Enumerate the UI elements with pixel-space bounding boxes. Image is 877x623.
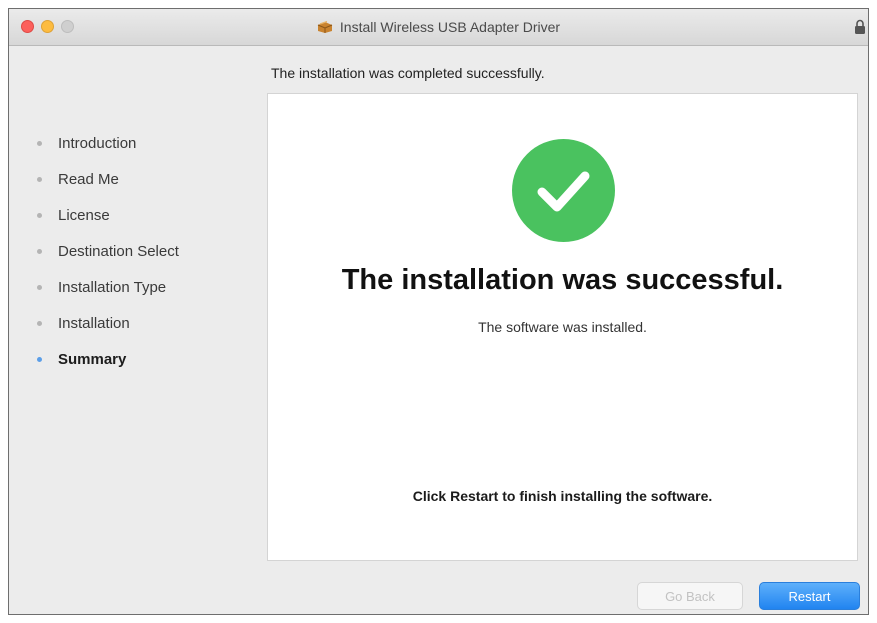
package-icon [317,20,333,34]
summary-panel: The installation was successful. The sof… [267,93,858,561]
step-bullet-active-icon [37,356,42,362]
step-bullet-icon [37,212,42,218]
step-label: Read Me [58,170,119,188]
step-label: Installation [58,314,130,332]
step-summary: Summary [29,341,179,377]
step-heading: The installation was completed successfu… [271,65,545,81]
window-title: Install Wireless USB Adapter Driver [339,19,561,35]
finish-instructions: Click Restart to finish installing the s… [412,488,713,504]
success-title: The installation was successful. [341,264,784,296]
installer-steps-sidebar: Introduction Read Me License Destination… [29,125,179,377]
step-label: Summary [58,350,127,368]
step-bullet-icon [37,140,42,146]
step-bullet-icon [37,320,42,326]
step-label: Destination Select [58,242,179,260]
step-label: Introduction [58,134,137,152]
step-installation: Installation [29,305,179,341]
step-read-me: Read Me [29,161,179,197]
step-installation-type: Installation Type [29,269,179,305]
step-bullet-icon [37,248,42,254]
restart-button[interactable]: Restart [759,582,860,610]
step-destination-select: Destination Select [29,233,179,269]
go-back-button[interactable]: Go Back [637,582,743,610]
step-label: Installation Type [58,278,167,296]
installer-window: Install Wireless USB Adapter Driver The … [8,8,869,615]
window-title-container: Install Wireless USB Adapter Driver [9,9,868,45]
step-bullet-icon [37,176,42,182]
step-introduction: Introduction [29,125,179,161]
step-bullet-icon [37,284,42,290]
success-subtitle: The software was installed. [478,319,647,335]
checkmark-circle-icon [512,139,615,242]
step-label: License [58,206,110,224]
step-license: License [29,197,179,233]
title-bar: Install Wireless USB Adapter Driver [9,9,868,46]
lock-icon [854,19,866,35]
